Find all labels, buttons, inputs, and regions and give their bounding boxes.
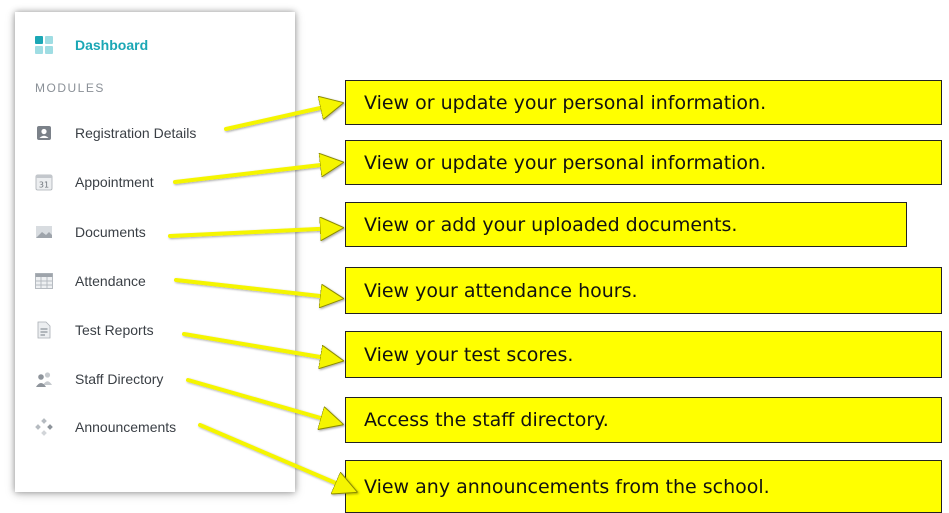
callout-registration: View or update your personal information… bbox=[345, 80, 942, 125]
svg-text:31: 31 bbox=[39, 181, 49, 190]
sidebar-item-label: Attendance bbox=[75, 273, 146, 289]
callout-test-reports: View your test scores. bbox=[345, 331, 942, 378]
sidebar-item-label: Appointment bbox=[75, 174, 154, 190]
sidebar-item-appointment[interactable]: 31 Appointment bbox=[15, 168, 295, 196]
calendar-icon: 31 bbox=[35, 173, 53, 191]
sidebar-item-test-reports[interactable]: Test Reports bbox=[15, 316, 295, 344]
sidebar-item-label: Documents bbox=[75, 224, 146, 240]
callout-appointment: View or update your personal information… bbox=[345, 140, 942, 185]
grid-table-icon bbox=[35, 272, 53, 290]
document-icon bbox=[35, 321, 53, 339]
sidebar-item-staff-directory[interactable]: Staff Directory bbox=[15, 365, 295, 393]
sidebar-menu: Dashboard MODULES Registration Details 3… bbox=[15, 12, 295, 492]
sidebar-item-announcements[interactable]: Announcements bbox=[15, 413, 295, 441]
callout-announcements: View any announcements from the school. bbox=[345, 460, 942, 513]
contact-card-icon bbox=[35, 124, 53, 142]
sidebar-item-documents[interactable]: Documents bbox=[15, 218, 295, 246]
sidebar-item-label: Announcements bbox=[75, 419, 177, 435]
sidebar-item-label: Dashboard bbox=[75, 37, 149, 53]
callout-attendance: View your attendance hours. bbox=[345, 267, 942, 314]
modules-section-title: MODULES bbox=[35, 81, 105, 95]
diamond-dots-icon bbox=[35, 418, 53, 436]
sidebar-item-dashboard[interactable]: Dashboard bbox=[15, 31, 295, 59]
callout-documents: View or add your uploaded documents. bbox=[345, 202, 907, 247]
callout-staff-directory: Access the staff directory. bbox=[345, 397, 942, 443]
image-icon bbox=[35, 223, 53, 241]
sidebar-item-registration-details[interactable]: Registration Details bbox=[15, 119, 295, 147]
dashboard-icon bbox=[35, 36, 53, 54]
people-icon bbox=[35, 370, 53, 388]
sidebar-item-label: Registration Details bbox=[75, 125, 197, 141]
sidebar-item-label: Staff Directory bbox=[75, 371, 164, 387]
sidebar-item-label: Test Reports bbox=[75, 322, 154, 338]
sidebar-item-attendance[interactable]: Attendance bbox=[15, 267, 295, 295]
